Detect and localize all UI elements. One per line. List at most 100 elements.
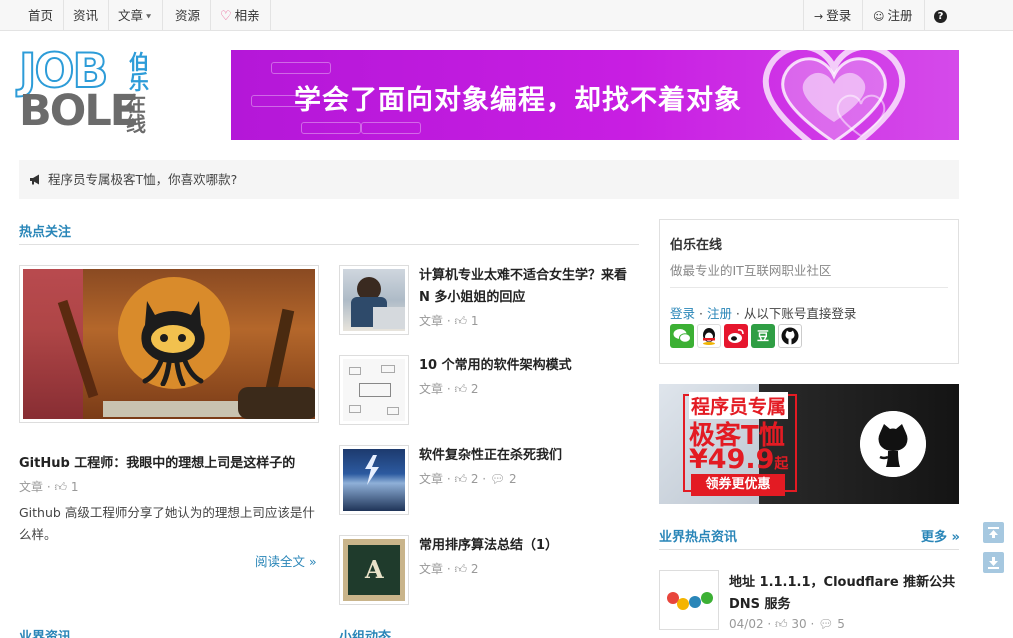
article-meta: 文章 · 👍︎ 1 — [419, 312, 478, 329]
letter-a-icon: A — [365, 555, 384, 584]
announcement-link[interactable]: 程序员专属极客T恤，你喜欢哪款? — [48, 172, 237, 187]
thumbs-up-icon: 👍︎ — [454, 382, 467, 396]
article-thumb[interactable] — [339, 445, 409, 515]
sign-in-icon: → — [814, 10, 824, 23]
sidebar-divider — [670, 287, 948, 288]
article-thumb-image — [343, 449, 405, 511]
megaphone-icon — [30, 174, 39, 185]
scroll-top-button[interactable] — [983, 522, 1004, 543]
site-logo[interactable]: JOB BOLE 伯乐 在线 — [18, 43, 155, 136]
thumbs-up-icon: 👍︎ — [454, 472, 467, 486]
image-decoration — [263, 308, 295, 400]
feature-meta: 文章 · 👍︎ 1 — [19, 478, 78, 495]
nav-articles-label: 文章 — [118, 8, 144, 23]
small-heart-icon — [836, 94, 886, 138]
like-count: 2 — [470, 472, 479, 486]
article-title[interactable]: 软件复杂性正在杀死我们 — [419, 445, 639, 467]
top-navbar: 首页 资讯 文章 ⯆ 资源 ♡ 相亲 → 登录 ☺ 注册 ? — [0, 0, 1013, 31]
chevron-down-icon: ⯆ — [145, 13, 153, 23]
image-decoration — [689, 596, 701, 608]
like-count: 1 — [470, 314, 479, 328]
news-thumb[interactable] — [659, 570, 719, 630]
section-title-industry: 业界资讯 — [19, 630, 72, 638]
douban-login-button[interactable]: 豆 — [751, 324, 775, 348]
nav-resources[interactable]: 资源 — [165, 0, 212, 31]
ad-price-suffix: 起 — [774, 456, 789, 472]
meta-type: 文章 · — [419, 382, 455, 396]
github-octocat-icon — [860, 411, 926, 477]
nav-dating-label: 相亲 — [234, 8, 260, 23]
nav-login-label: 登录 — [826, 8, 852, 23]
like-count: 2 — [470, 382, 479, 396]
image-decoration — [238, 387, 315, 419]
feature-image[interactable] — [19, 265, 319, 423]
thumbs-up-icon: 👍︎ — [454, 314, 467, 328]
article-thumb-image — [343, 359, 405, 421]
wechat-icon — [673, 329, 691, 343]
image-decoration — [381, 365, 395, 373]
nav-news[interactable]: 资讯 — [63, 0, 110, 31]
qq-login-button[interactable] — [697, 324, 721, 348]
nav-dating[interactable]: ♡ 相亲 — [210, 0, 271, 31]
arrow-up-icon — [988, 527, 999, 538]
section-title-group: 小组动态 — [339, 630, 392, 638]
meta-type: 文章 · — [419, 314, 455, 328]
sidebar-register-link[interactable]: 注册 — [707, 306, 732, 321]
section-title-hot: 热点关注 — [19, 225, 72, 240]
sidebar-login-box: 伯乐在线 做最专业的IT互联网职业社区 登录 · 注册 · 从以下账号直接登录 … — [659, 219, 959, 364]
news-meta: 04/02 · 👍︎ 30 · 💬︎ 5 — [729, 617, 845, 631]
scroll-bottom-button[interactable] — [983, 552, 1004, 573]
logo-bole-text: BOLE — [19, 86, 139, 136]
image-decoration — [349, 405, 361, 413]
article-meta: 文章 · 👍︎ 2 — [419, 560, 478, 577]
sidebar-title: 伯乐在线 — [670, 238, 723, 253]
nav-register[interactable]: ☺ 注册 — [862, 0, 922, 31]
meta-type: 文章 · — [419, 562, 455, 576]
sidebar-tshirt-ad[interactable]: 程序员专属 极客T恤 ¥49.9起 领券更优惠 — [659, 384, 959, 504]
top-banner-ad[interactable]: 学会了面向对象编程，却找不着对象 — [231, 50, 959, 140]
article-meta: 文章 · 👍︎ 2 · 💬︎ 2 — [419, 472, 517, 486]
github-login-button[interactable] — [778, 324, 802, 348]
article-title[interactable]: 计算机专业太难不适合女生学？来看 N 多小姐姐的回应 — [419, 265, 639, 309]
banner-decoration — [301, 122, 361, 134]
github-icon — [781, 327, 799, 345]
article-thumb[interactable] — [339, 265, 409, 335]
octocat-icon — [141, 301, 205, 386]
help-button[interactable]: ? — [924, 0, 956, 31]
nav-login[interactable]: → 登录 — [803, 0, 861, 31]
read-more-link[interactable]: 阅读全文 » — [255, 551, 317, 570]
nav-articles[interactable]: 文章 ⯆ — [108, 0, 164, 31]
heart-icon: ♡ — [220, 9, 232, 24]
separator: · — [695, 306, 707, 321]
article-thumb[interactable] — [339, 355, 409, 425]
login-hint: · 从以下账号直接登录 — [731, 306, 857, 321]
weibo-login-button[interactable] — [724, 324, 748, 348]
news-date: 04/02 — [729, 617, 764, 631]
ad-coupon-button: 领券更优惠 — [691, 474, 785, 496]
section-divider — [659, 549, 959, 550]
more-link[interactable]: 更多 » — [921, 526, 960, 545]
nav-home[interactable]: 首页 — [18, 0, 65, 31]
article-title[interactable]: 10 个常用的软件架构模式 — [419, 355, 639, 377]
image-decoration — [677, 598, 689, 610]
sidebar-login-link[interactable]: 登录 — [670, 306, 695, 321]
comment-icon: 💬︎ — [489, 472, 506, 486]
article-thumb[interactable]: A — [339, 535, 409, 605]
lightning-icon — [365, 455, 379, 485]
article-title[interactable]: 常用排序算法总结（1） — [419, 535, 639, 557]
ad-price: ¥49.9起 — [689, 444, 788, 475]
news-title[interactable]: 地址 1.1.1.1，Cloudflare 推新公共 DNS 服务 — [729, 572, 959, 616]
sidebar-subtitle: 做最专业的IT互联网职业社区 — [670, 263, 832, 278]
feature-title[interactable]: GitHub 工程师：我眼中的理想上司是这样子的 — [19, 452, 295, 471]
question-icon: ? — [934, 10, 947, 23]
meta-type: 文章 · — [419, 472, 455, 486]
wechat-login-button[interactable] — [670, 324, 694, 348]
announcement-bar: 程序员专属极客T恤，你喜欢哪款? — [19, 160, 959, 199]
qq-icon — [703, 328, 715, 345]
like-count: 1 — [70, 480, 79, 494]
logo-cn-bole: 伯乐 — [129, 50, 149, 94]
banner-decoration — [361, 122, 421, 134]
image-decoration — [373, 307, 405, 329]
thumbs-up-icon: 👍︎ — [454, 562, 467, 576]
image-decoration — [103, 401, 243, 417]
